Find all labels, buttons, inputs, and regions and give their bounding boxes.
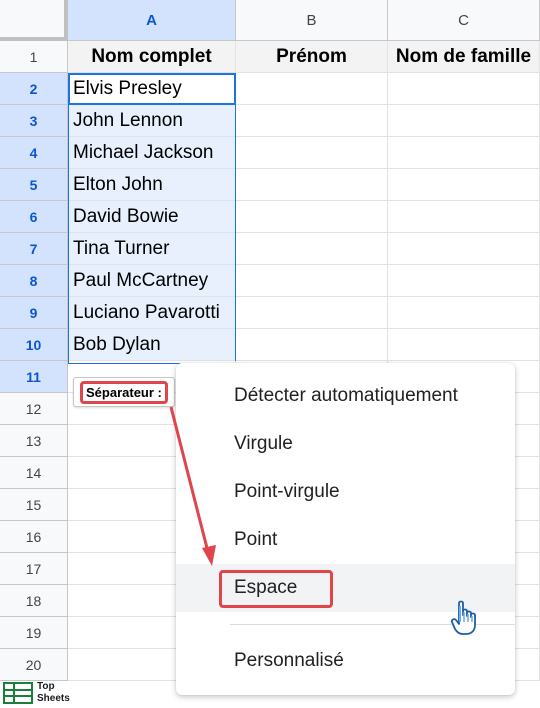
empty-cell[interactable]: [388, 105, 540, 137]
separator-dropdown-chip[interactable]: Séparateur :: [73, 377, 175, 407]
row-header-7[interactable]: 7: [0, 233, 68, 265]
menu-item-custom[interactable]: Personnalisé: [176, 637, 515, 685]
column-header-b[interactable]: B: [236, 0, 388, 41]
row-header-19[interactable]: 19: [0, 617, 68, 649]
menu-item-auto-detect[interactable]: Détecter automatiquement: [176, 372, 515, 420]
header-cell-first-name[interactable]: Prénom: [236, 41, 388, 73]
empty-cell[interactable]: [236, 73, 388, 105]
row-header-8[interactable]: 8: [0, 265, 68, 297]
row-header-20[interactable]: 20: [0, 649, 68, 681]
menu-item-period[interactable]: Point: [176, 516, 515, 564]
row-header-18[interactable]: 18: [0, 585, 68, 617]
cell-a5[interactable]: Elton John: [68, 169, 236, 201]
row-header-2[interactable]: 2: [0, 73, 68, 105]
logo-text-top: Top: [37, 681, 55, 692]
header-cell-full-name[interactable]: Nom complet: [68, 41, 236, 73]
row-header-14[interactable]: 14: [0, 457, 68, 489]
cell-a3[interactable]: John Lennon: [68, 105, 236, 137]
header-cell-last-name[interactable]: Nom de famille: [388, 41, 540, 73]
cell-a2[interactable]: Elvis Presley: [68, 73, 236, 105]
menu-item-semicolon[interactable]: Point-virgule: [176, 468, 515, 516]
empty-cell[interactable]: [236, 233, 388, 265]
empty-cell[interactable]: [388, 329, 540, 361]
empty-cell[interactable]: [236, 297, 388, 329]
logo-text-sheets: Sheets: [37, 693, 70, 704]
empty-cell[interactable]: [388, 137, 540, 169]
row-header-1[interactable]: 1: [0, 41, 68, 73]
menu-item-comma[interactable]: Virgule: [176, 420, 515, 468]
empty-cell[interactable]: [388, 201, 540, 233]
row-header-10[interactable]: 10: [0, 329, 68, 361]
empty-cell[interactable]: [236, 329, 388, 361]
empty-cell[interactable]: [388, 233, 540, 265]
row-header-11[interactable]: 11: [0, 361, 68, 393]
row-header-5[interactable]: 5: [0, 169, 68, 201]
row-header-3[interactable]: 3: [0, 105, 68, 137]
hand-pointer-icon: [450, 600, 476, 635]
row-header-15[interactable]: 15: [0, 489, 68, 521]
separator-menu: Détecter automatiquement Virgule Point-v…: [176, 363, 515, 695]
cell-a9[interactable]: Luciano Pavarotti: [68, 297, 236, 329]
row-header-9[interactable]: 9: [0, 297, 68, 329]
column-header-a[interactable]: A: [68, 0, 236, 41]
cell-a10[interactable]: Bob Dylan: [68, 329, 236, 361]
row-header-16[interactable]: 16: [0, 521, 68, 553]
empty-cell[interactable]: [236, 105, 388, 137]
row-header-17[interactable]: 17: [0, 553, 68, 585]
row-header-4[interactable]: 4: [0, 137, 68, 169]
select-all-corner[interactable]: [0, 0, 68, 41]
empty-cell[interactable]: [388, 297, 540, 329]
cell-a4[interactable]: Michael Jackson: [68, 137, 236, 169]
row-header-12[interactable]: 12: [0, 393, 68, 425]
cell-a7[interactable]: Tina Turner: [68, 233, 236, 265]
empty-cell[interactable]: [388, 169, 540, 201]
top-sheets-logo: Top Sheets: [0, 678, 80, 708]
separator-label: Séparateur :: [80, 380, 168, 404]
row-header-6[interactable]: 6: [0, 201, 68, 233]
empty-cell[interactable]: [236, 169, 388, 201]
cell-a6[interactable]: David Bowie: [68, 201, 236, 233]
empty-cell[interactable]: [388, 73, 540, 105]
column-header-c[interactable]: C: [388, 0, 540, 41]
empty-cell[interactable]: [236, 201, 388, 233]
empty-cell[interactable]: [236, 265, 388, 297]
top-sheets-logo-icon: [3, 682, 33, 704]
empty-cell[interactable]: [236, 137, 388, 169]
empty-cell[interactable]: [388, 265, 540, 297]
row-header-13[interactable]: 13: [0, 425, 68, 457]
cell-a8[interactable]: Paul McCartney: [68, 265, 236, 297]
